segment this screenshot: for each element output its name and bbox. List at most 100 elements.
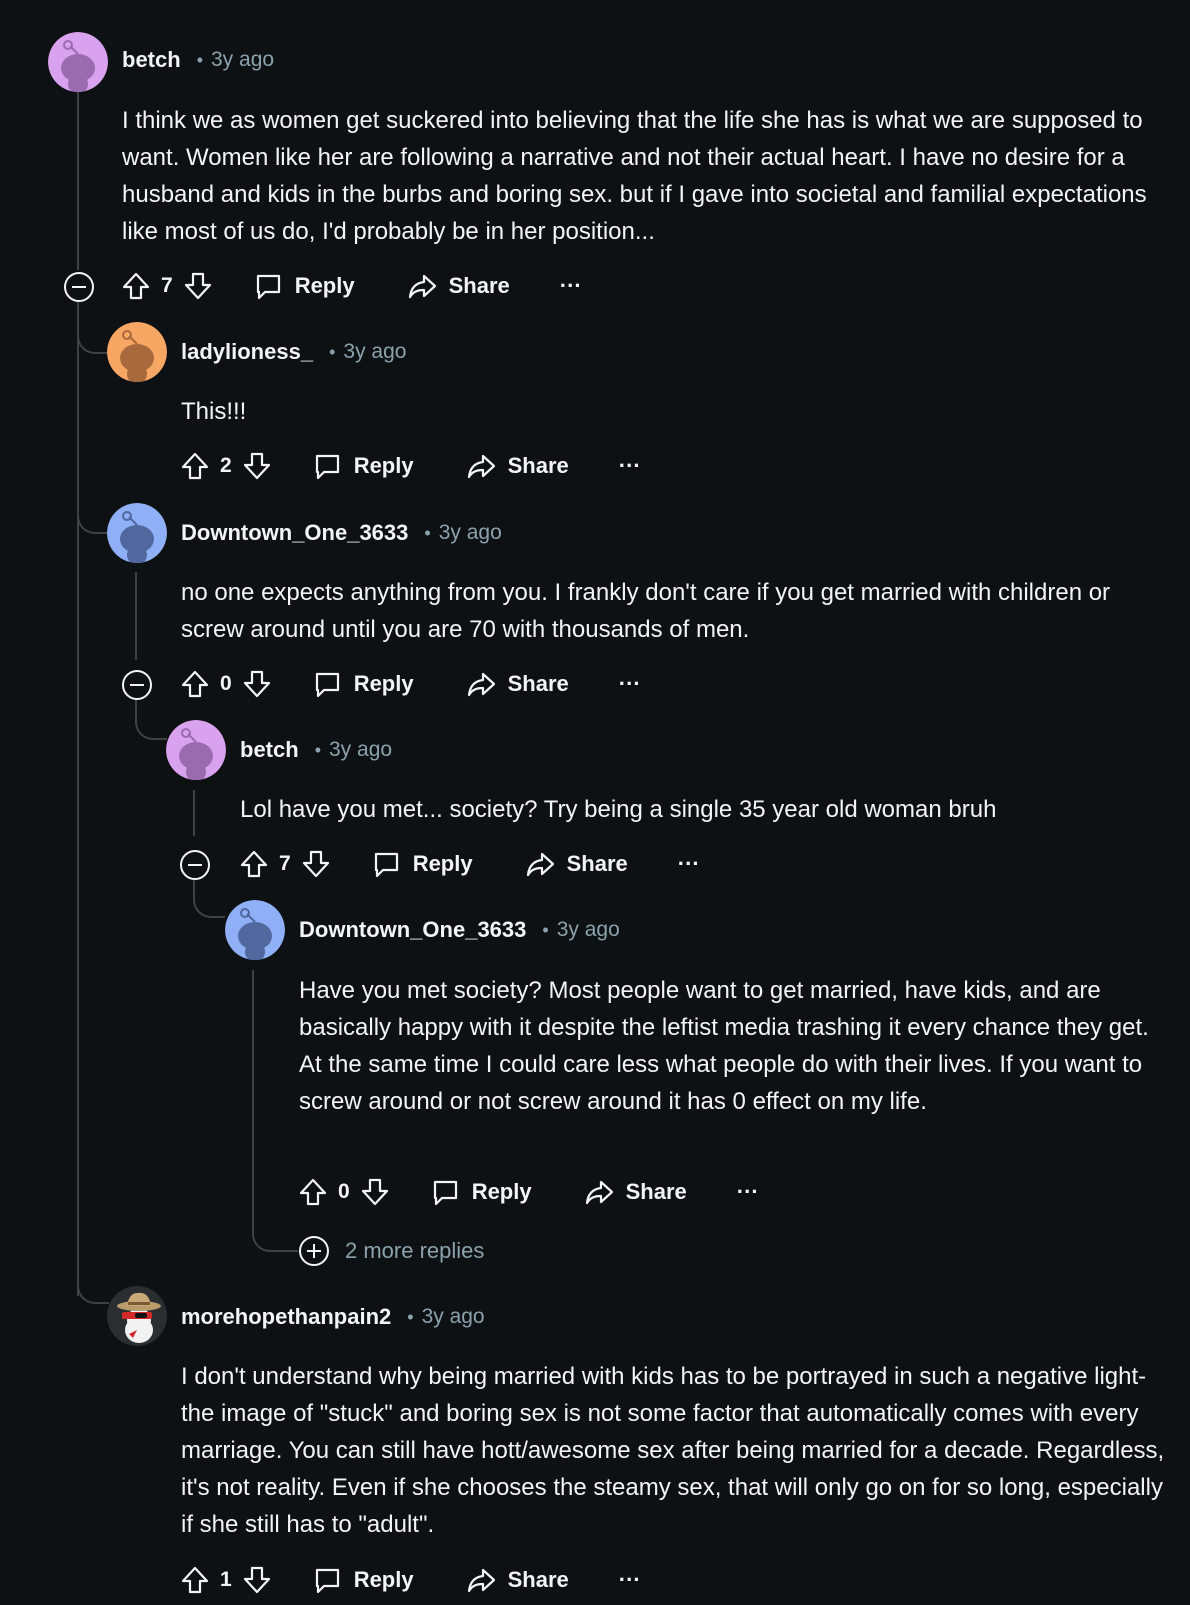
comment-meta: betch • 3y ago: [240, 735, 392, 765]
ellipsis-icon: ···: [736, 1179, 759, 1204]
comment-actions: 7 Reply Share ···: [239, 844, 700, 884]
share-button[interactable]: Share: [407, 271, 510, 301]
share-label: Share: [448, 273, 510, 298]
speech-bubble-icon: [315, 1568, 339, 1594]
reply-button[interactable]: Reply: [312, 1565, 414, 1595]
comment-body: Have you met society? Most people want t…: [299, 977, 1149, 1115]
share-button[interactable]: Share: [584, 1177, 687, 1207]
comment-actions: 0 Reply Share ···: [298, 1172, 759, 1212]
share-arrow-icon: [585, 1180, 613, 1205]
downvote-button[interactable]: [242, 669, 272, 699]
timestamp[interactable]: 3y ago: [439, 521, 502, 545]
share-button[interactable]: Share: [466, 1565, 569, 1595]
author-name[interactable]: betch: [240, 737, 299, 763]
reply-button[interactable]: Reply: [253, 271, 355, 301]
more-options-button[interactable]: ···: [737, 1179, 759, 1205]
vote-count: 7: [161, 274, 173, 297]
snoo-blue-avatar-icon: [225, 900, 285, 960]
comment-meta: Downtown_One_3633 • 3y ago: [299, 915, 620, 945]
reply-label: Reply: [353, 1567, 414, 1592]
more-options-button[interactable]: ···: [619, 1567, 641, 1593]
speech-bubble-icon: [256, 274, 280, 300]
downvote-button[interactable]: [183, 271, 213, 301]
downvote-button[interactable]: [242, 451, 272, 481]
avatar[interactable]: [48, 32, 108, 92]
downvote-arrow-icon: [243, 452, 270, 480]
comment-body: no one expects anything from you. I fran…: [181, 579, 1111, 643]
reply-label: Reply: [471, 1179, 532, 1204]
ellipsis-icon: ···: [618, 671, 641, 696]
thread-line: [77, 92, 79, 270]
author-name[interactable]: ladylioness_: [181, 339, 313, 365]
avatar[interactable]: [225, 900, 285, 960]
downvote-button[interactable]: [360, 1177, 390, 1207]
separator-dot: •: [196, 49, 203, 70]
author-name[interactable]: morehopethanpain2: [181, 1304, 391, 1330]
upvote-button[interactable]: [121, 271, 151, 301]
share-arrow-icon: [526, 852, 554, 877]
share-button[interactable]: Share: [525, 849, 628, 879]
comment-actions: 7 Reply Share ···: [121, 266, 582, 306]
snoo-pink-avatar-icon: [166, 720, 226, 780]
collapse-button[interactable]: [64, 272, 94, 302]
thread-connector: [252, 1200, 298, 1252]
thread-line: [193, 790, 195, 836]
timestamp[interactable]: 3y ago: [422, 1305, 485, 1329]
share-button[interactable]: Share: [466, 669, 569, 699]
share-arrow-icon: [467, 672, 495, 697]
comment-meta: betch • 3y ago: [122, 45, 274, 75]
timestamp[interactable]: 3y ago: [343, 340, 406, 364]
upvote-button[interactable]: [180, 1565, 210, 1595]
upvote-arrow-icon: [181, 452, 209, 480]
more-options-button[interactable]: ···: [619, 453, 641, 479]
author-name[interactable]: betch: [122, 47, 181, 73]
timestamp[interactable]: 3y ago: [557, 918, 620, 942]
minus-icon: [188, 864, 202, 866]
upvote-arrow-icon: [240, 850, 268, 878]
collapse-button[interactable]: [122, 670, 152, 700]
vote-count: 7: [279, 852, 291, 875]
separator-dot: •: [314, 739, 321, 760]
more-options-button[interactable]: ···: [560, 273, 582, 299]
upvote-button[interactable]: [298, 1177, 328, 1207]
reply-button[interactable]: Reply: [371, 849, 473, 879]
separator-dot: •: [424, 522, 431, 543]
upvote-button[interactable]: [180, 451, 210, 481]
share-arrow-icon: [467, 1568, 495, 1593]
reply-button[interactable]: Reply: [312, 669, 414, 699]
collapse-button[interactable]: [180, 850, 210, 880]
downvote-button[interactable]: [242, 1565, 272, 1595]
separator-dot: •: [407, 1306, 414, 1327]
avatar[interactable]: [166, 720, 226, 780]
timestamp[interactable]: 3y ago: [211, 48, 274, 72]
share-arrow-icon: [408, 274, 436, 299]
snoo-blue-avatar-icon: [107, 503, 167, 563]
vote-count: 1: [220, 1568, 232, 1591]
share-label: Share: [507, 1567, 569, 1592]
upvote-button[interactable]: [180, 669, 210, 699]
downvote-arrow-icon: [243, 1566, 270, 1594]
more-options-button[interactable]: ···: [678, 851, 700, 877]
reply-button[interactable]: Reply: [430, 1177, 532, 1207]
speech-bubble-icon: [315, 672, 339, 698]
upvote-arrow-icon: [122, 272, 150, 300]
share-button[interactable]: Share: [466, 451, 569, 481]
downvote-arrow-icon: [361, 1178, 388, 1206]
author-name[interactable]: Downtown_One_3633: [299, 917, 526, 943]
avatar[interactable]: [107, 1286, 167, 1346]
more-options-button[interactable]: ···: [619, 671, 641, 697]
comment-body: I think we as women get suckered into be…: [122, 107, 1147, 245]
comment-meta: ladylioness_ • 3y ago: [181, 337, 406, 367]
reply-button[interactable]: Reply: [312, 451, 414, 481]
timestamp[interactable]: 3y ago: [329, 738, 392, 762]
upvote-button[interactable]: [239, 849, 269, 879]
more-replies-button[interactable]: 2 more replies: [299, 1236, 484, 1266]
separator-dot: •: [542, 919, 549, 940]
downvote-button[interactable]: [301, 849, 331, 879]
vote-count: 0: [338, 1180, 350, 1203]
reply-label: Reply: [353, 671, 414, 696]
avatar[interactable]: [107, 503, 167, 563]
avatar[interactable]: [107, 322, 167, 382]
thread-line: [252, 970, 254, 1210]
author-name[interactable]: Downtown_One_3633: [181, 520, 408, 546]
